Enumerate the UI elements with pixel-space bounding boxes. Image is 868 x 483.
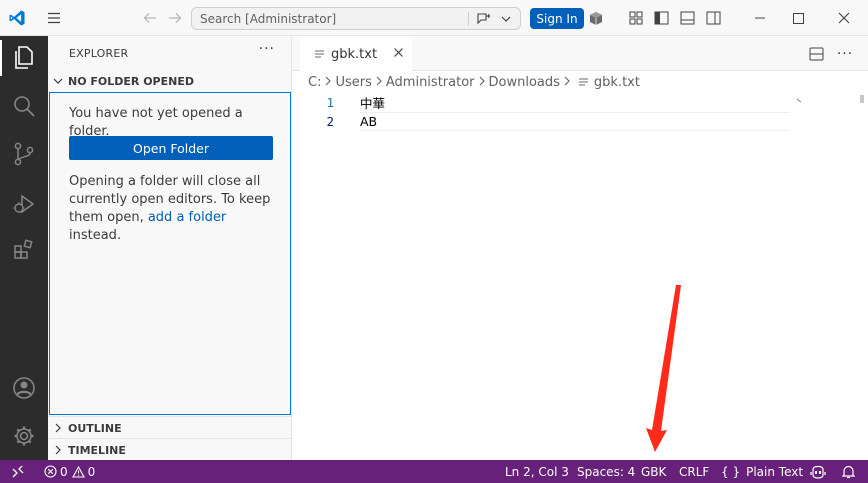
- close-window-icon[interactable]: [825, 6, 863, 30]
- editor-line[interactable]: 1 中華: [292, 93, 792, 112]
- timeline-section-label: TIMELINE: [68, 443, 126, 457]
- toggle-primary-sidebar-icon[interactable]: [651, 8, 671, 28]
- settings-gear-icon[interactable]: [0, 414, 48, 458]
- remote-window-icon[interactable]: [0, 460, 36, 483]
- vscode-logo-icon: [6, 7, 28, 29]
- warning-count: 0: [87, 464, 96, 479]
- editor-tab-bar: gbk.txt ···: [292, 36, 868, 71]
- close-editors-message: Opening a folder will close all currentl…: [69, 173, 279, 245]
- minimap-marker-icon: [796, 93, 802, 108]
- back-arrow-icon[interactable]: [140, 8, 160, 28]
- sign-in-button[interactable]: Sign In: [530, 8, 584, 29]
- source-control-icon[interactable]: [0, 132, 48, 176]
- no-folder-pane: You have not yet opened a folder. Open F…: [49, 92, 291, 415]
- activity-bar: [0, 36, 48, 460]
- chevron-down-icon: [48, 78, 68, 84]
- tab-label: gbk.txt: [331, 47, 378, 62]
- chat-sparkle-icon[interactable]: [474, 10, 494, 28]
- breadcrumb-file[interactable]: gbk.txt: [594, 75, 640, 90]
- chevron-right-icon: [479, 75, 485, 90]
- menu-icon[interactable]: [44, 8, 64, 28]
- chevron-right-icon: [48, 423, 68, 433]
- line-number: 1: [326, 95, 334, 110]
- indentation[interactable]: Spaces: 4: [577, 460, 635, 483]
- close-editors-text-end: instead.: [69, 228, 122, 243]
- outline-section-header[interactable]: OUTLINE: [48, 417, 292, 439]
- notifications-bell-icon[interactable]: [842, 460, 855, 483]
- language-mode[interactable]: { } Plain Text: [721, 460, 803, 483]
- cube-icon[interactable]: [588, 9, 604, 27]
- problems-indicator[interactable]: 0 0: [44, 460, 95, 483]
- line-text[interactable]: 中華: [360, 93, 385, 112]
- no-folder-section-label: NO FOLDER OPENED: [68, 74, 194, 88]
- error-count: 0: [60, 464, 68, 479]
- accounts-icon[interactable]: [0, 366, 48, 410]
- chevron-down-icon[interactable]: [498, 10, 514, 28]
- language-label: Plain Text: [746, 464, 804, 479]
- search-input[interactable]: [200, 8, 460, 29]
- explorer-sidebar: EXPLORER ··· NO FOLDER OPENED You have n…: [48, 36, 292, 460]
- editor-more-actions-icon[interactable]: ···: [833, 44, 857, 64]
- explorer-icon[interactable]: [0, 36, 48, 80]
- breadcrumb-users[interactable]: Users: [335, 75, 371, 90]
- explorer-more-actions-icon[interactable]: ···: [259, 41, 275, 57]
- close-tab-icon[interactable]: [393, 47, 404, 62]
- text-file-icon: [314, 49, 325, 60]
- file-encoding[interactable]: GBK: [641, 460, 666, 483]
- maximize-window-icon[interactable]: [783, 6, 813, 30]
- customize-layout-icon[interactable]: [626, 8, 646, 28]
- split-editor-icon[interactable]: [806, 44, 826, 64]
- minimize-window-icon[interactable]: [737, 6, 783, 30]
- text-file-icon: [578, 77, 589, 88]
- breadcrumb-downloads[interactable]: Downloads: [489, 75, 560, 90]
- breadcrumb-drive[interactable]: C:: [308, 75, 321, 90]
- toggle-secondary-sidebar-icon[interactable]: [703, 8, 723, 28]
- warning-icon: [71, 465, 85, 478]
- search-divider: [468, 12, 469, 26]
- tab-gbk-txt[interactable]: gbk.txt: [300, 36, 412, 71]
- text-editor[interactable]: 1 中華 2 AB: [292, 93, 868, 460]
- chevron-right-icon: [564, 75, 570, 90]
- add-folder-link[interactable]: add a folder: [148, 210, 226, 225]
- breadcrumb: C: Users Administrator Downloads gbk.txt: [292, 71, 868, 93]
- forward-arrow-icon[interactable]: [165, 8, 185, 28]
- command-center-search[interactable]: [191, 7, 521, 30]
- outline-section-label: OUTLINE: [68, 421, 122, 435]
- no-folder-section-header[interactable]: NO FOLDER OPENED: [48, 70, 292, 92]
- search-icon[interactable]: [0, 84, 48, 128]
- line-number: 2: [326, 114, 334, 129]
- open-folder-button[interactable]: Open Folder: [69, 136, 273, 160]
- extensions-icon[interactable]: [0, 228, 48, 272]
- explorer-title: EXPLORER: [69, 47, 129, 60]
- chevron-right-icon: [376, 75, 382, 90]
- editor-line[interactable]: 2 AB: [292, 112, 792, 131]
- line-text[interactable]: AB: [360, 114, 377, 129]
- scrollbar-thumb[interactable]: [860, 95, 864, 103]
- status-bar: 0 0 Ln 2, Col 3 Spaces: 4 GBK CRLF { } P…: [0, 460, 868, 483]
- chevron-right-icon: [48, 445, 68, 455]
- braces-icon: { }: [721, 464, 741, 479]
- copilot-icon[interactable]: [810, 460, 826, 483]
- cursor-position[interactable]: Ln 2, Col 3: [505, 460, 569, 483]
- error-icon: [44, 465, 57, 478]
- run-debug-icon[interactable]: [0, 182, 48, 226]
- toggle-panel-icon[interactable]: [677, 8, 697, 28]
- timeline-section-header[interactable]: TIMELINE: [48, 439, 292, 461]
- breadcrumb-administrator[interactable]: Administrator: [386, 75, 475, 90]
- title-bar: Sign In: [0, 0, 868, 36]
- end-of-line[interactable]: CRLF: [679, 460, 709, 483]
- chevron-right-icon: [325, 75, 332, 90]
- current-line-border: [360, 130, 790, 131]
